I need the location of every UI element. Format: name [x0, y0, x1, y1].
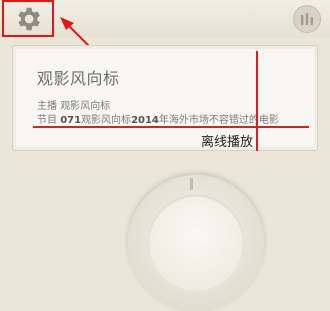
program-name-a: 观影风向标: [81, 115, 132, 126]
host-line: 主播 观影风向标: [37, 97, 110, 112]
program-name-b: 年海外市场不容错过的电影: [158, 115, 279, 126]
offline-play-label[interactable]: 离线播放: [201, 131, 253, 150]
equalizer-button[interactable]: [293, 5, 321, 33]
now-playing-card[interactable]: 观影风向标 主播 观影风向标 节目 071观影风向标2014年海外市场不容错过的…: [12, 45, 318, 151]
equalizer-icon: [301, 13, 313, 25]
program-number: 071: [60, 115, 82, 126]
gear-icon: [18, 7, 40, 30]
top-toolbar: [0, 0, 330, 38]
program-line: 节目 071观影风向标2014年海外市场不容错过的电影: [37, 111, 279, 126]
program-prefix: 节目: [37, 115, 57, 126]
annotation-vertical-line: [256, 51, 258, 151]
annotation-underline: [33, 126, 309, 128]
program-year: 2014: [131, 115, 159, 126]
settings-button[interactable]: [2, 0, 54, 37]
program-title: 观影风向标: [37, 69, 120, 88]
knob-indicator: [190, 178, 193, 190]
tuning-knob-center[interactable]: [148, 195, 244, 291]
